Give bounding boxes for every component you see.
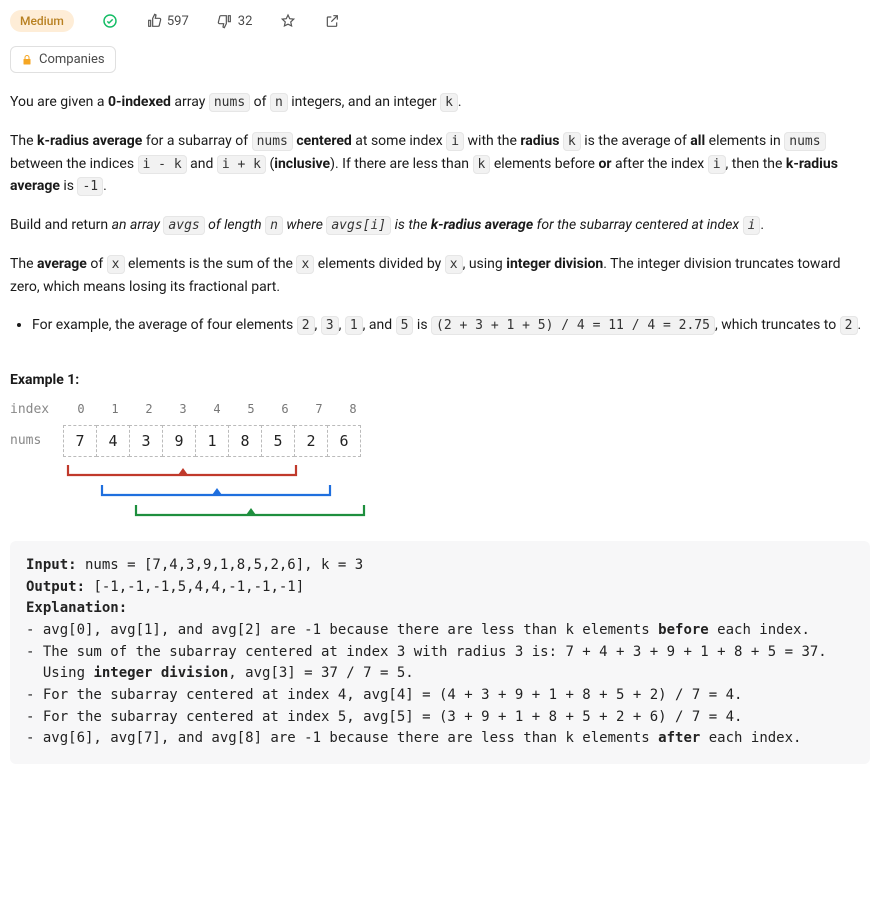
code-inline: n — [270, 93, 288, 112]
downvote-control[interactable]: 32 — [217, 13, 253, 29]
paragraph-average: The average of x elements is the sum of … — [10, 253, 870, 298]
example-diagram: index 0 1 2 3 4 5 6 7 8 nums 7 4 3 9 1 8… — [10, 402, 870, 527]
array-cell: 5 — [261, 425, 295, 457]
list-item: For example, the average of four element… — [32, 314, 870, 338]
star-icon — [280, 13, 296, 29]
index-label: index — [10, 402, 64, 417]
favorite-button[interactable] — [280, 13, 296, 29]
array-cell: 3 — [129, 425, 163, 457]
example-title: Example 1: — [10, 372, 870, 388]
example-bullet-list: For example, the average of four element… — [10, 314, 870, 338]
array-cell: 8 — [228, 425, 262, 457]
upvote-control[interactable]: 597 — [146, 13, 189, 29]
share-button[interactable] — [324, 13, 340, 29]
array-cell: 4 — [96, 425, 130, 457]
array-cell: 7 — [63, 425, 97, 457]
meta-row: Medium 597 32 — [10, 10, 870, 32]
paragraph-intro: You are given a 0-indexed array nums of … — [10, 91, 870, 114]
downvote-count: 32 — [238, 14, 253, 29]
range-brackets — [64, 463, 870, 527]
thumbs-up-icon — [146, 13, 162, 29]
array-cell: 1 — [195, 425, 229, 457]
paragraph-definition: The k-radius average for a subarray of n… — [10, 130, 870, 198]
array-cell: 6 — [327, 425, 361, 457]
companies-label: Companies — [39, 52, 105, 67]
paragraph-task: Build and return an array avgs of length… — [10, 214, 870, 237]
difficulty-pill: Medium — [10, 10, 74, 32]
code-inline: nums — [209, 93, 250, 112]
companies-button[interactable]: Companies — [10, 46, 116, 73]
upvote-count: 597 — [167, 14, 189, 29]
share-icon — [324, 13, 340, 29]
array-cell: 2 — [294, 425, 328, 457]
lock-icon — [21, 54, 33, 66]
example-codeblock: Input: nums = [7,4,3,9,1,8,5,2,6], k = 3… — [10, 541, 870, 764]
code-inline: k — [440, 93, 458, 112]
thumbs-down-icon — [217, 13, 233, 29]
array-cell: 9 — [162, 425, 196, 457]
nums-label: nums — [10, 433, 64, 448]
solved-icon — [102, 13, 118, 29]
